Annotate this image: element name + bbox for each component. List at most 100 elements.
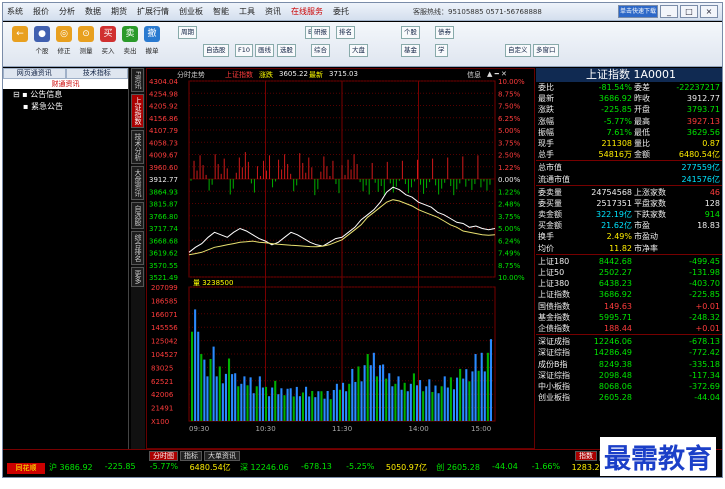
pct-tick: 5.00% <box>498 127 521 135</box>
vertical-tab-2[interactable]: 技术分析 <box>131 130 144 165</box>
toolbar-small-13[interactable]: 学 <box>435 44 448 57</box>
price-tick: 3570.55 <box>149 262 178 270</box>
volume-tick: 104527 <box>151 351 178 359</box>
close-button[interactable]: × <box>700 5 718 18</box>
quote-row: 创业板指 2605.28 -44.04 <box>536 392 722 403</box>
menu-item-3[interactable]: 数据 <box>85 6 101 17</box>
download-button[interactable]: 单击快速下载 <box>618 5 658 18</box>
menu-item-8[interactable]: 工具 <box>239 6 255 17</box>
toolbar-small-15[interactable]: 多窗口 <box>533 44 559 57</box>
volume-bar <box>335 383 338 421</box>
pct-tick: 7.49% <box>498 250 521 258</box>
toolbar-small-10[interactable]: 个股 <box>401 26 420 39</box>
quote-label: 总手 <box>538 150 554 160</box>
volume-bar <box>471 371 474 421</box>
quote-value-2: 128 <box>704 198 720 208</box>
quote-label-2: 市盈动 <box>634 232 658 242</box>
volume-bar <box>332 390 335 421</box>
right-tab-0[interactable]: 指数 <box>575 451 597 461</box>
vertical-tab-3[interactable]: 大盘资讯 <box>131 166 144 201</box>
measure-icon: ⊙ <box>78 26 94 42</box>
vertical-tab-5[interactable]: 综合排名 <box>131 231 144 266</box>
vertical-tab-4[interactable]: 自选股 <box>131 202 144 230</box>
menu-item-1[interactable]: 报价 <box>33 6 49 17</box>
left-panel-subtitle[interactable]: 财通资讯 <box>3 79 128 89</box>
quote-label: 成份B指 <box>538 359 568 369</box>
toolbar-button-6[interactable]: 撤撤单 <box>141 26 163 62</box>
toolbar-small-6[interactable]: 综合 <box>311 44 330 57</box>
menu-item-0[interactable]: 系统 <box>7 6 23 17</box>
quote-value-2: +0.01 <box>695 323 720 333</box>
quote-label-2: 上涨家数 <box>634 187 666 197</box>
chart-tab-1[interactable]: 指标 <box>180 451 202 461</box>
menu-item-7[interactable]: 智能 <box>213 6 229 17</box>
quote-value-2: -499.45 <box>689 256 720 266</box>
quote-row: 现手 211308 量比 0.87 <box>536 138 722 149</box>
menu-item-6[interactable]: 创业板 <box>179 6 203 17</box>
volume-bar <box>348 383 351 421</box>
quote-label: 上证180 <box>538 256 570 266</box>
quote-row: 成份B指 8249.38 -335.18 <box>536 359 722 370</box>
pct-tick: 2.50% <box>498 152 521 160</box>
minimize-button[interactable]: _ <box>660 5 678 18</box>
toolbar-button-1[interactable]: ● 个股 <box>31 26 53 62</box>
tree-item-urgent[interactable]: ▪ 紧急公告 <box>3 101 128 113</box>
volume-bar <box>317 391 320 421</box>
toolbar-small-9[interactable]: 大盘 <box>349 44 368 57</box>
vertical-tab-1[interactable]: 上证指数 <box>131 94 144 129</box>
pct-tick: 2.48% <box>498 201 521 209</box>
tab-web-news[interactable]: 网页通资讯 <box>3 68 66 79</box>
toolbar-small-14[interactable]: 自定义 <box>505 44 531 57</box>
vertical-tab-6[interactable]: 更多 <box>131 267 144 288</box>
vertical-tab-0[interactable]: F资讯 <box>131 68 144 93</box>
quote-value: 2502.27 <box>598 268 632 277</box>
toolbar-button-3[interactable]: ⊙ 测量 <box>75 26 97 62</box>
toolbar-button-5[interactable]: 卖卖出 <box>119 26 141 62</box>
quote-label: 深证成指 <box>538 337 570 347</box>
quote-label: 卖金额 <box>538 210 562 220</box>
toolbar-small-12[interactable]: 债券 <box>435 26 454 39</box>
toolbar-small-2[interactable]: F10 <box>235 44 254 57</box>
volume-bar <box>197 331 200 421</box>
toolbar-small-11[interactable]: 基金 <box>401 44 420 57</box>
toolbar-small-7[interactable]: 研报 <box>311 26 330 39</box>
toolbar-button-2[interactable]: ◎ 修正 <box>53 26 75 62</box>
chart-tab-2[interactable]: 大单资讯 <box>204 451 240 461</box>
menu-item-2[interactable]: 分析 <box>59 6 75 17</box>
index-title: 上证指数 1A0001 <box>536 68 722 82</box>
quote-value-2: -117.34 <box>689 370 720 380</box>
toolbar-small-3[interactable]: 画线 <box>255 44 274 57</box>
volume-bar <box>388 373 391 421</box>
toolbar-button-4[interactable]: 买买入 <box>97 26 119 62</box>
tree-item-announcements[interactable]: ⊟ ▪ 公告信息 <box>3 89 128 101</box>
menu-item-10[interactable]: 在线服务 <box>291 6 323 17</box>
menu-item-5[interactable]: 扩展行情 <box>137 6 169 17</box>
toolbar-small-4[interactable]: 选股 <box>277 44 296 57</box>
pct-tick: 8.75% <box>498 90 521 98</box>
volume-bar <box>258 376 261 421</box>
pct-tick: 7.50% <box>498 103 521 111</box>
tree-label: 紧急公告 <box>30 102 63 111</box>
volume-bar <box>286 388 289 421</box>
volume-bar <box>372 352 375 421</box>
menu-item-11[interactable]: 委托 <box>333 6 349 17</box>
volume-bar <box>354 381 357 421</box>
toolbar-small-0[interactable]: 周期 <box>178 26 197 39</box>
ticker-item: -678.13 <box>301 462 332 471</box>
toolbar-small-8[interactable]: 排名 <box>336 26 355 39</box>
menu-item-9[interactable]: 资讯 <box>265 6 281 17</box>
tab-technical-indicators[interactable]: 技术指标 <box>65 68 128 79</box>
volume-bar <box>329 399 332 421</box>
toolbar-small-1[interactable]: 自选股 <box>203 44 229 57</box>
volume-bar <box>477 370 480 421</box>
volume-bar <box>462 378 465 421</box>
quote-value-2: 3629.56 <box>686 127 720 137</box>
volume-bar <box>252 393 255 421</box>
volume-bar <box>209 359 212 421</box>
intraday-chart[interactable]: 分时走势 上证指数 涨跌 3605.22 最新 3715.03 信息 ▲ ━ ✕… <box>146 68 535 449</box>
maximize-button[interactable]: □ <box>680 5 698 18</box>
chart-tab-0[interactable]: 分时图 <box>149 451 178 461</box>
menu-item-4[interactable]: 期货 <box>111 6 127 17</box>
quote-label-2: 昨收 <box>634 94 650 104</box>
toolbar-button-0[interactable]: ← <box>9 26 31 62</box>
